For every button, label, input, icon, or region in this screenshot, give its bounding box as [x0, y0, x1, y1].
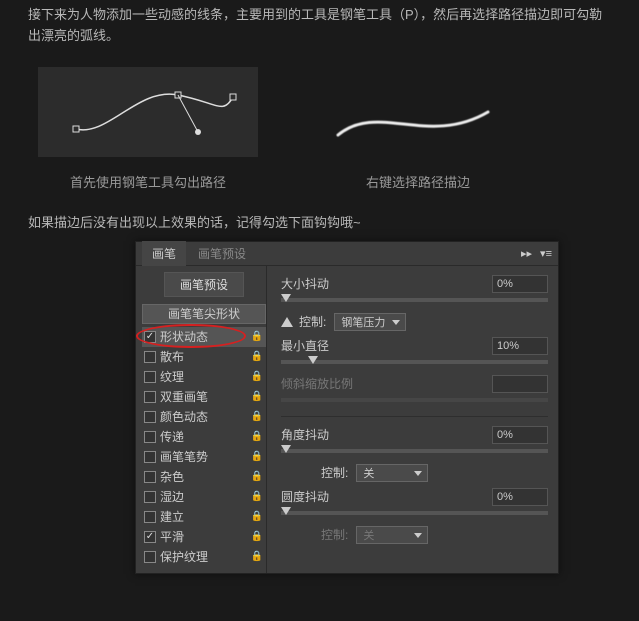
control-dropdown[interactable]: 钢笔压力	[334, 313, 406, 331]
panel-settings: 大小抖动 0% 控制: 钢笔压力 最小直径 10% 倾斜缩放比例 角度抖动	[266, 266, 558, 573]
sidebar-item-label: 纹理	[160, 368, 184, 385]
lock-icon[interactable]: 🔒	[250, 511, 264, 522]
size-jitter-value[interactable]: 0%	[492, 275, 548, 293]
roundness-jitter-slider[interactable]	[281, 511, 548, 515]
tilt-scale-label: 倾斜缩放比例	[281, 375, 353, 392]
sidebar-item-6[interactable]: 画笔笔势 🔒	[142, 447, 266, 467]
size-jitter-slider[interactable]	[281, 298, 548, 302]
setting-angle-jitter: 角度抖动 0%	[281, 425, 548, 445]
checkbox-icon[interactable]	[144, 391, 156, 403]
sidebar-item-7[interactable]: 杂色 🔒	[142, 467, 266, 487]
lock-icon[interactable]: 🔒	[250, 551, 264, 562]
setting-size-jitter: 大小抖动 0%	[281, 274, 548, 294]
lock-icon[interactable]: 🔒	[250, 531, 264, 542]
note-text: 如果描边后没有出现以上效果的话，记得勾选下面钩钩哦~	[0, 196, 639, 241]
sidebar-item-label: 散布	[160, 348, 184, 365]
sidebar-item-10[interactable]: 平滑 🔒	[142, 527, 266, 547]
sidebar-item-5[interactable]: 传递 🔒	[142, 427, 266, 447]
sidebar-item-label: 双重画笔	[160, 388, 208, 405]
sidebar-tip-shape-label: 画笔笔尖形状	[168, 305, 240, 322]
roundness-jitter-label: 圆度抖动	[281, 488, 329, 505]
lock-icon[interactable]: 🔒	[250, 451, 264, 462]
min-diameter-label: 最小直径	[281, 337, 329, 354]
angle-jitter-value[interactable]: 0%	[492, 426, 548, 444]
setting-tilt-scale: 倾斜缩放比例	[281, 374, 548, 394]
sidebar-item-label: 平滑	[160, 528, 184, 545]
sidebar-item-label: 画笔笔势	[160, 448, 208, 465]
angle-control-label: 控制:	[321, 464, 348, 481]
angle-jitter-slider[interactable]	[281, 449, 548, 453]
sidebar-item-4[interactable]: 颜色动态 🔒	[142, 407, 266, 427]
tilt-scale-value	[492, 375, 548, 393]
size-jitter-label: 大小抖动	[281, 275, 329, 292]
example-pen-path: 首先使用钢笔工具勾出路径	[38, 67, 258, 191]
panel-menu-icon[interactable]: ▾≡	[540, 247, 552, 260]
roundness-jitter-value[interactable]: 0%	[492, 488, 548, 506]
tilt-scale-slider	[281, 398, 548, 402]
checkbox-icon[interactable]	[144, 451, 156, 463]
checkbox-icon[interactable]	[144, 371, 156, 383]
lock-icon[interactable]: 🔒	[250, 411, 264, 422]
round-control-label: 控制:	[321, 526, 348, 543]
example-caption-left: 首先使用钢笔工具勾出路径	[70, 172, 226, 191]
brush-panel: 画笔 画笔预设 ▸▸ ▾≡ 画笔预设 画笔笔尖形状 形状动态🔒散布🔒纹理🔒双重画…	[135, 241, 559, 574]
lock-icon[interactable]: 🔒	[250, 391, 264, 402]
lock-icon[interactable]: 🔒	[250, 371, 264, 382]
setting-control: 控制: 钢笔压力	[281, 312, 548, 332]
checkbox-icon[interactable]	[144, 551, 156, 563]
sidebar-item-label: 湿边	[160, 488, 184, 505]
warning-icon	[281, 317, 293, 327]
setting-angle-control: 控制: 关	[281, 463, 548, 483]
sidebar-item-label: 传递	[160, 428, 184, 445]
min-diameter-slider[interactable]	[281, 360, 548, 364]
examples-row: 首先使用钢笔工具勾出路径 右键选择路径描边	[0, 52, 639, 196]
panel-sidebar: 画笔预设 画笔笔尖形状 形状动态🔒散布🔒纹理🔒双重画笔🔒颜色动态🔒传递🔒画笔笔势…	[136, 266, 266, 573]
sidebar-item-label: 保护纹理	[160, 548, 208, 565]
lock-icon[interactable]: 🔒	[250, 491, 264, 502]
sidebar-item-3[interactable]: 双重画笔 🔒	[142, 387, 266, 407]
preset-button[interactable]: 画笔预设	[164, 272, 244, 297]
checkbox-icon[interactable]	[144, 491, 156, 503]
sidebar-item-0[interactable]: 形状动态 🔒	[142, 327, 266, 347]
angle-control-dropdown[interactable]: 关	[356, 464, 428, 482]
angle-jitter-label: 角度抖动	[281, 426, 329, 443]
sidebar-item-8[interactable]: 湿边 🔒	[142, 487, 266, 507]
example-stroke: 右键选择路径描边	[318, 87, 518, 191]
sidebar-tip-shape[interactable]: 画笔笔尖形状	[142, 304, 266, 324]
tab-brush-presets[interactable]: 画笔预设	[188, 241, 256, 266]
checkbox-icon[interactable]	[144, 411, 156, 423]
checkbox-icon[interactable]	[144, 531, 156, 543]
sidebar-item-2[interactable]: 纹理 🔒	[142, 367, 266, 387]
sidebar-item-label: 颜色动态	[160, 408, 208, 425]
pen-path-preview	[38, 67, 258, 157]
lock-icon[interactable]: 🔒	[250, 471, 264, 482]
lock-icon[interactable]: 🔒	[250, 431, 264, 442]
stroke-curve	[318, 87, 518, 157]
checkbox-icon[interactable]	[144, 351, 156, 363]
checkbox-icon[interactable]	[144, 431, 156, 443]
panel-header: 画笔 画笔预设 ▸▸ ▾≡	[136, 242, 558, 266]
sidebar-item-9[interactable]: 建立 🔒	[142, 507, 266, 527]
lock-icon[interactable]: 🔒	[250, 331, 264, 342]
tab-brush[interactable]: 画笔	[142, 241, 186, 266]
checkbox-icon[interactable]	[144, 331, 156, 343]
setting-roundness-jitter: 圆度抖动 0%	[281, 487, 548, 507]
setting-round-control: 控制: 关	[281, 525, 548, 545]
panel-collapse-icon[interactable]: ▸▸	[521, 247, 532, 260]
sidebar-item-label: 形状动态	[160, 328, 208, 345]
checkbox-icon[interactable]	[144, 471, 156, 483]
round-control-dropdown[interactable]: 关	[356, 526, 428, 544]
example-caption-right: 右键选择路径描边	[366, 172, 470, 191]
sidebar-item-1[interactable]: 散布 🔒	[142, 347, 266, 367]
setting-min-diameter: 最小直径 10%	[281, 336, 548, 356]
min-diameter-value[interactable]: 10%	[492, 337, 548, 355]
sidebar-item-11[interactable]: 保护纹理 🔒	[142, 547, 266, 567]
checkbox-icon[interactable]	[144, 511, 156, 523]
sidebar-item-label: 建立	[160, 508, 184, 525]
lock-icon[interactable]: 🔒	[250, 351, 264, 362]
intro-text: 接下来为人物添加一些动感的线条，主要用到的工具是钢笔工具（P），然后再选择路径描…	[0, 0, 639, 52]
sidebar-item-label: 杂色	[160, 468, 184, 485]
control-label: 控制:	[299, 313, 326, 330]
